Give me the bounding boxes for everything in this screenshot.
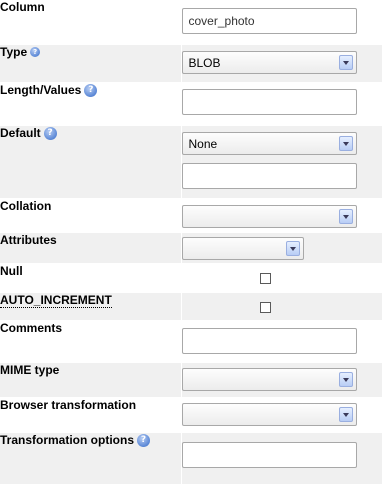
collation-label: Collation	[0, 198, 181, 233]
browser-transformation-label: Browser transformation	[0, 397, 181, 433]
column-name-input[interactable]: cover_photo	[181, 8, 357, 34]
attributes-label: Attributes	[0, 232, 181, 264]
default-label: Default	[0, 125, 41, 140]
chevron-down-icon	[338, 208, 353, 224]
default-select-value: None	[188, 136, 218, 151]
column-label: Column	[0, 0, 181, 45]
help-icon[interactable]: ?	[84, 83, 98, 97]
auto-increment-checkbox[interactable]	[259, 301, 271, 313]
collation-select[interactable]	[181, 204, 357, 228]
browser-transformation-select[interactable]	[181, 402, 357, 426]
type-select[interactable]: BLOB	[181, 50, 357, 74]
chevron-down-icon	[338, 406, 353, 422]
comments-input[interactable]	[181, 327, 357, 354]
column-definition-form: Column cover_photo Type? BLOB Length/Val…	[0, 0, 382, 485]
help-icon[interactable]: ?	[137, 433, 151, 447]
help-icon[interactable]: ?	[43, 126, 57, 140]
chevron-down-icon	[338, 135, 353, 151]
transformation-options-label: Transformation options	[0, 432, 135, 447]
help-icon[interactable]: ?	[30, 47, 41, 58]
null-label: Null	[0, 263, 181, 293]
chevron-down-icon	[338, 371, 353, 387]
null-checkbox[interactable]	[259, 272, 271, 284]
transformation-options-input[interactable]	[181, 441, 357, 468]
attributes-select[interactable]	[181, 236, 304, 260]
mime-type-select[interactable]	[181, 367, 357, 391]
chevron-down-icon	[285, 240, 300, 256]
length-values-label: Length/Values	[0, 82, 82, 97]
comments-label: Comments	[0, 320, 181, 363]
type-select-value: BLOB	[188, 55, 221, 70]
default-value-input[interactable]	[181, 162, 357, 189]
type-label: Type	[0, 44, 28, 59]
auto-increment-label: AUTO_INCREMENT	[0, 292, 112, 308]
default-select[interactable]: None	[181, 131, 357, 155]
chevron-down-icon	[338, 54, 353, 70]
mime-type-label: MIME type	[0, 362, 181, 398]
length-values-input[interactable]	[181, 88, 357, 115]
